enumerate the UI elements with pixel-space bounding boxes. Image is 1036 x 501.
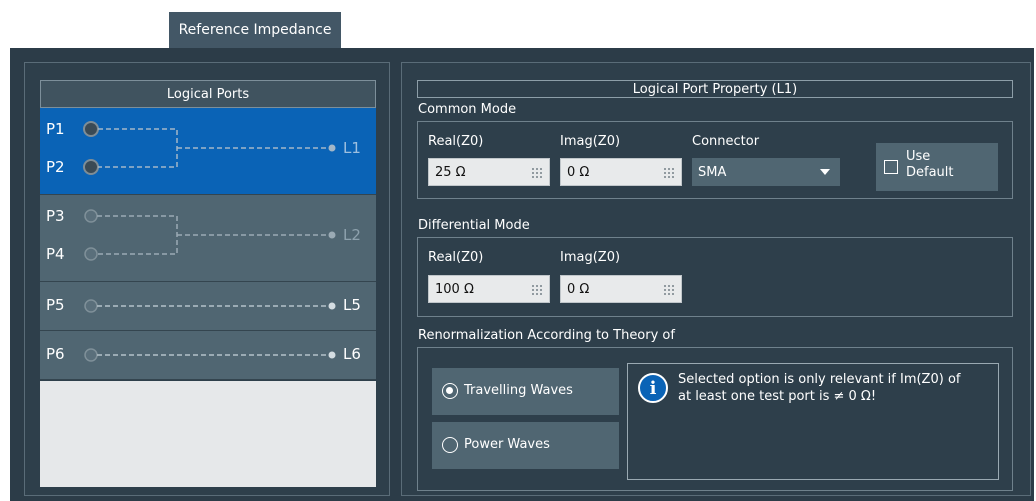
logical-port-row-l5[interactable]: P5 L5: [40, 282, 376, 331]
use-default-line2: Default: [906, 165, 954, 180]
common-mode-group: Real(Z0) 25 Ω Imag(Z0) 0 Ω Connector SMA…: [417, 121, 1013, 199]
common-imag-value: 0 Ω: [567, 164, 590, 180]
common-real-value: 25 Ω: [435, 164, 466, 180]
travelling-waves-label: Travelling Waves: [464, 383, 573, 398]
property-title-label: Logical Port Property (L1): [632, 81, 798, 97]
connector-select[interactable]: SMA: [692, 158, 840, 186]
keypad-icon[interactable]: [663, 167, 675, 179]
logical-label-l6: L6: [343, 345, 361, 363]
info-icon: i: [638, 373, 668, 403]
use-default-label: Use Default: [906, 149, 954, 181]
logical-port-property-group: Logical Port Property (L1) Common Mode R…: [401, 62, 1031, 496]
info-text-line2: at least one test port is ≠ 0 Ω!: [678, 389, 877, 404]
diff-real-label: Real(Z0): [428, 250, 484, 265]
radio-selected-icon: [442, 383, 458, 399]
logical-ports-header-label: Logical Ports: [166, 86, 250, 102]
connector-diagram-l2: [84, 209, 336, 261]
renormalization-label: Renormalization According to Theory of: [418, 328, 675, 343]
diff-real-z0-input[interactable]: 100 Ω: [428, 275, 550, 303]
power-waves-label: Power Waves: [464, 437, 550, 452]
differential-mode-group: Real(Z0) 100 Ω Imag(Z0) 0 Ω: [417, 237, 1013, 317]
logical-port-row-l6[interactable]: P6 L6: [40, 331, 376, 380]
common-imag-label: Imag(Z0): [560, 134, 621, 149]
keypad-icon[interactable]: [531, 284, 543, 296]
logical-port-row-l2[interactable]: P3 P4 L2: [40, 195, 376, 282]
common-imag-z0-input[interactable]: 0 Ω: [560, 158, 682, 186]
chevron-down-icon: [820, 169, 830, 175]
logical-port-property-title: Logical Port Property (L1): [417, 80, 1013, 98]
logical-ports-group: Logical Ports P1 P2 L1 P3 P4 L2 P5 L5 P6…: [24, 62, 390, 496]
logical-label-l1: L1: [343, 139, 361, 157]
radio-unselected-icon: [442, 437, 458, 453]
diff-imag-label: Imag(Z0): [560, 250, 621, 265]
keypad-icon[interactable]: [663, 284, 675, 296]
info-box: i Selected option is only relevant if Im…: [627, 363, 999, 480]
renormalization-group: Travelling Waves Power Waves i Selected …: [417, 347, 1013, 491]
logical-label-l5: L5: [343, 296, 361, 314]
travelling-waves-radio[interactable]: Travelling Waves: [432, 368, 619, 415]
tab-label: Reference Impedance: [178, 22, 332, 38]
use-default-line1: Use: [906, 149, 931, 164]
diff-imag-z0-input[interactable]: 0 Ω: [560, 275, 682, 303]
use-default-checkbox[interactable]: Use Default: [876, 143, 998, 191]
info-text-line1: Selected option is only relevant if Im(Z…: [678, 372, 961, 387]
diff-imag-value: 0 Ω: [567, 281, 590, 297]
reference-impedance-panel: Logical Ports P1 P2 L1 P3 P4 L2 P5 L5 P6…: [10, 48, 1034, 501]
connector-diagram-l1: [83, 121, 336, 175]
connector-label: Connector: [692, 134, 760, 149]
info-text: Selected option is only relevant if Im(Z…: [678, 371, 960, 405]
keypad-icon[interactable]: [531, 167, 543, 179]
connector-diagram-l5: [84, 299, 336, 313]
differential-mode-label: Differential Mode: [418, 218, 530, 233]
logical-label-l2: L2: [343, 226, 361, 244]
connector-value: SMA: [698, 164, 727, 180]
power-waves-radio[interactable]: Power Waves: [432, 422, 619, 469]
logical-ports-empty-area: [40, 381, 376, 487]
logical-ports-header: Logical Ports: [40, 80, 376, 108]
diff-real-value: 100 Ω: [435, 281, 474, 297]
logical-port-row-l1[interactable]: P1 P2 L1: [40, 108, 376, 195]
checkbox-icon: [884, 160, 898, 174]
common-real-label: Real(Z0): [428, 134, 484, 149]
common-real-z0-input[interactable]: 25 Ω: [428, 158, 550, 186]
tab-reference-impedance[interactable]: Reference Impedance: [169, 12, 341, 48]
common-mode-label: Common Mode: [418, 102, 517, 117]
connector-diagram-l6: [84, 348, 336, 362]
